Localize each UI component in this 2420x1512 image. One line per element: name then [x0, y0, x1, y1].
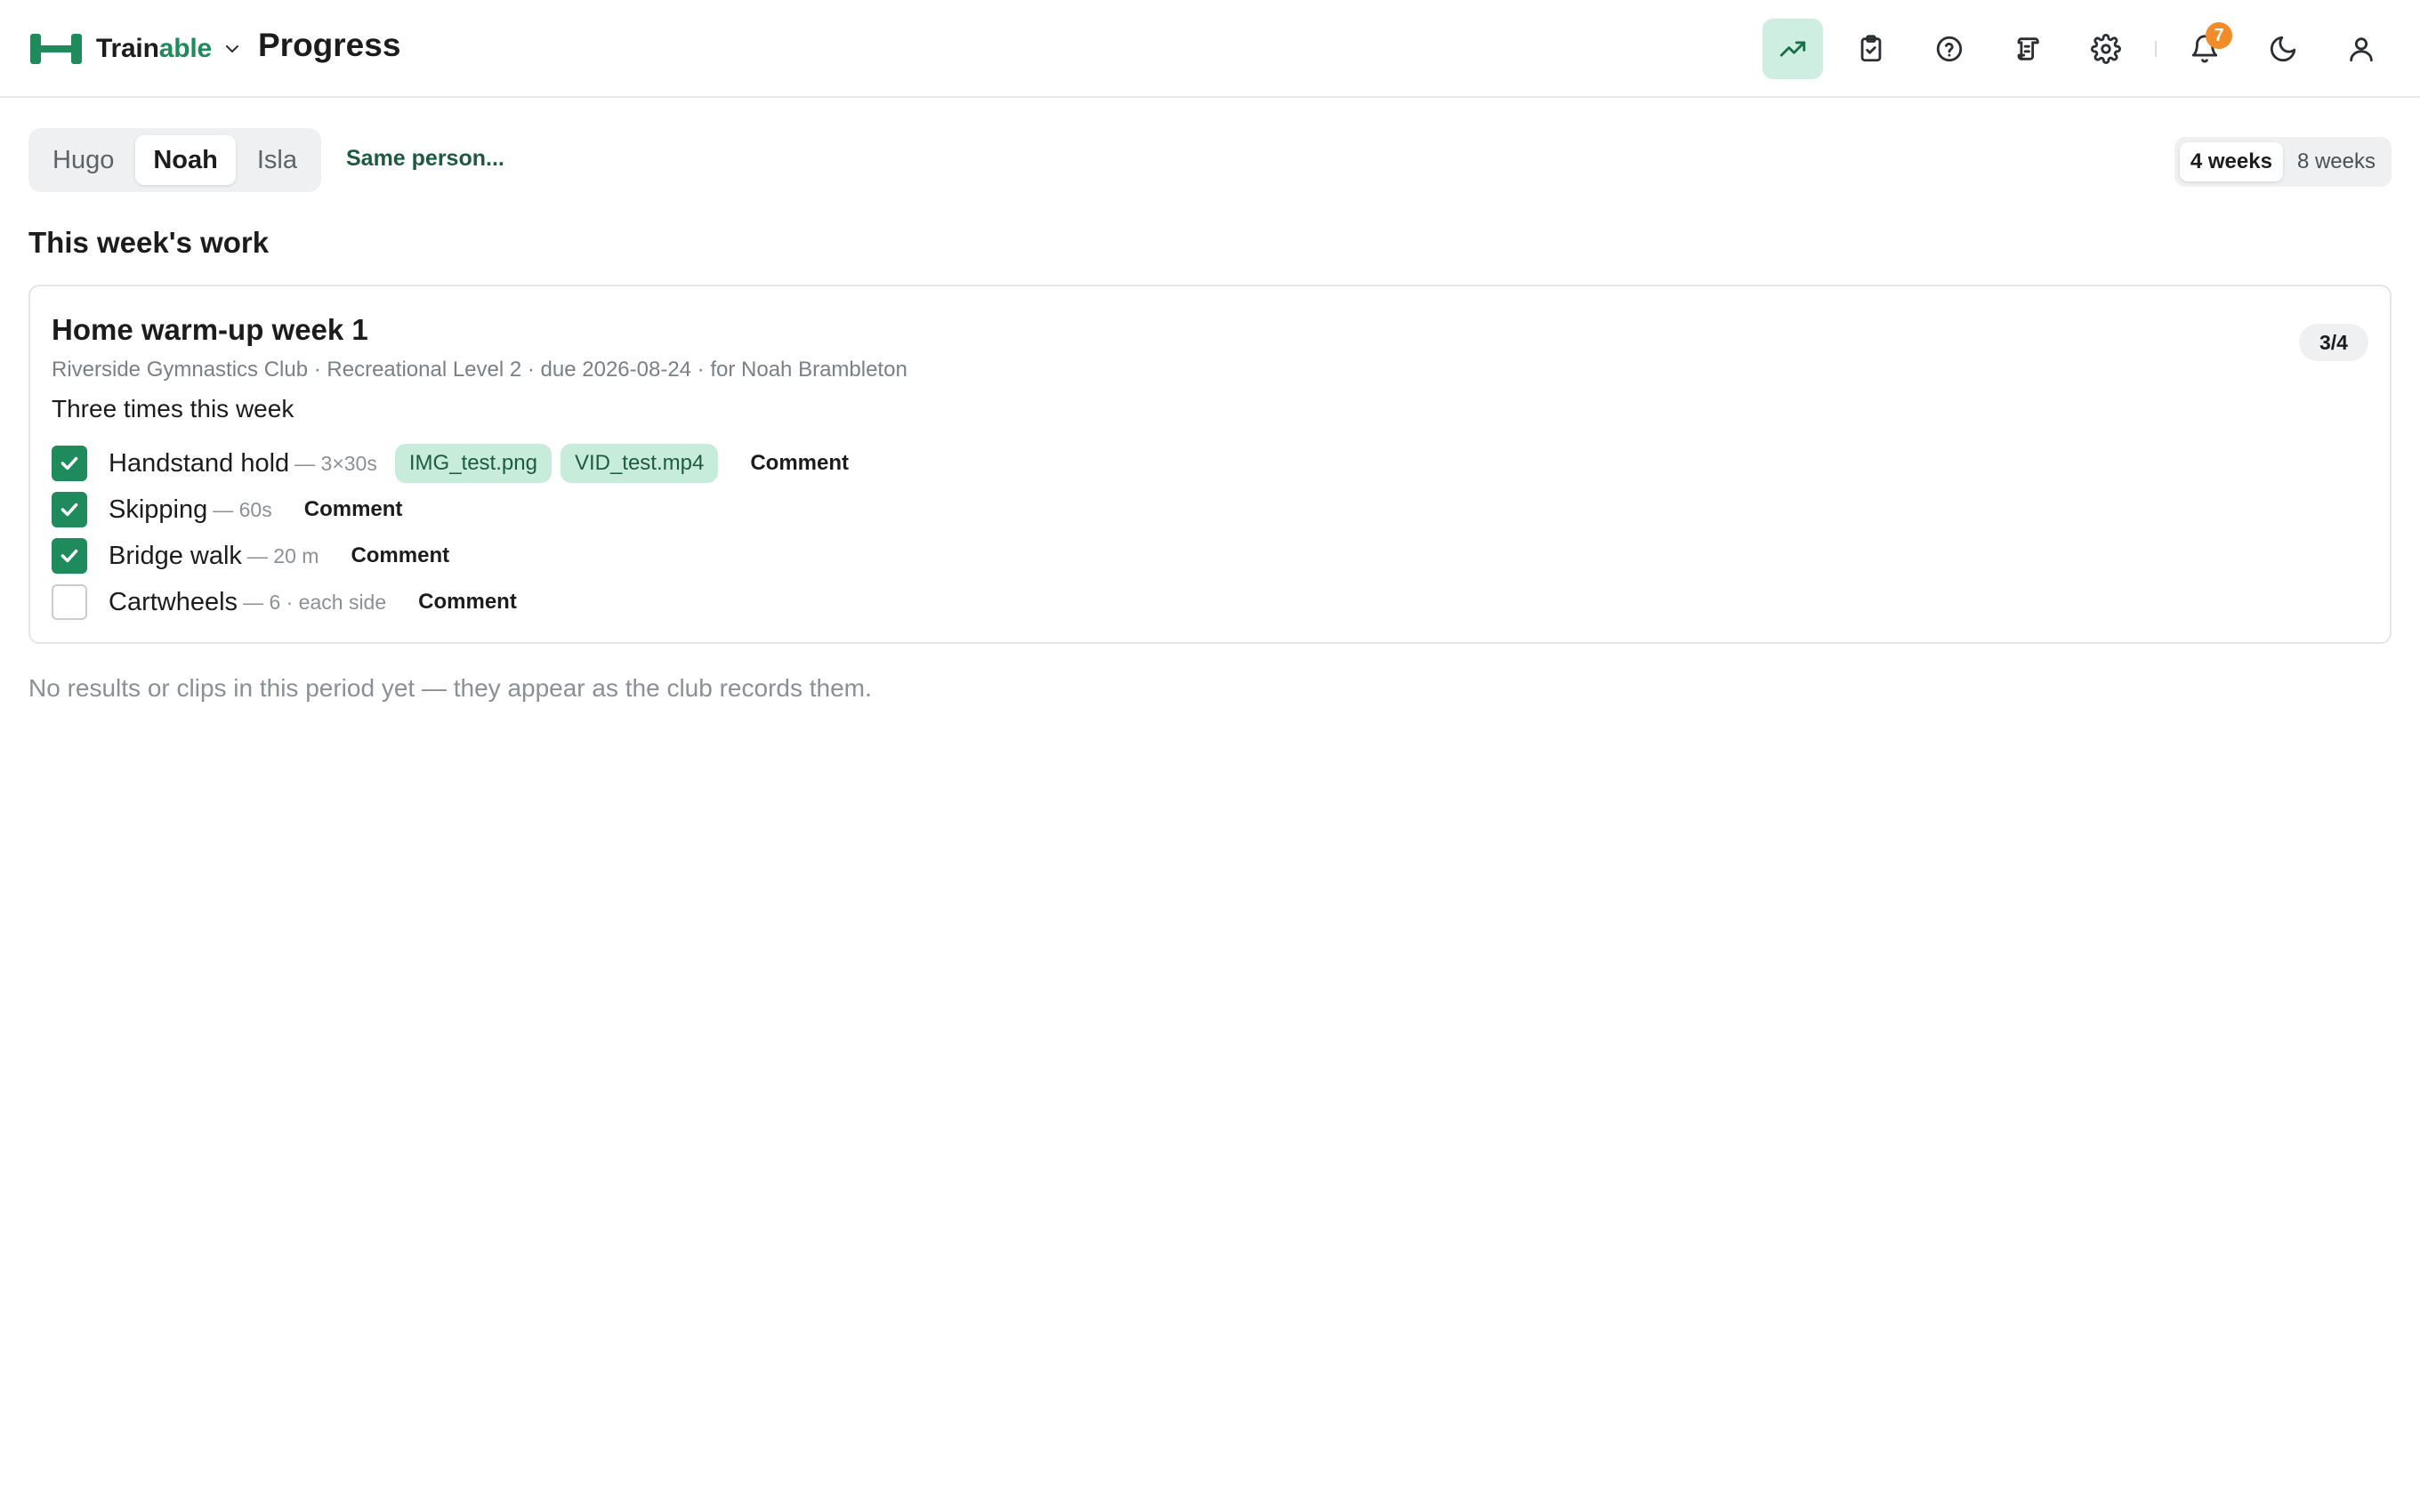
range-option-8-weeks[interactable]: 8 weeks	[2287, 142, 2386, 181]
comment-button[interactable]: Comment	[351, 543, 449, 568]
clipboard-check-icon	[1860, 35, 1882, 62]
account-button[interactable]	[2331, 19, 2392, 79]
person-tabs: Hugo Noah Isla	[28, 128, 321, 192]
user-icon	[2350, 37, 2373, 62]
comment-button[interactable]: Comment	[304, 497, 403, 522]
records-nav-button[interactable]	[1997, 19, 2058, 79]
task-checkbox[interactable]	[52, 584, 87, 620]
range-selector: 4 weeks 8 weeks	[2174, 137, 2392, 187]
task-detail: — 3×30s	[294, 451, 377, 475]
assignment-card: Home warm-up week 1 3/4 Riverside Gymnas…	[28, 285, 2392, 644]
brand-name-part2: able	[158, 34, 212, 63]
completion-count-badge: 3/4	[2299, 324, 2368, 361]
brand-name: Trainable	[96, 34, 212, 64]
attachment-chip[interactable]: VID_test.mp4	[560, 444, 719, 483]
chevron-down-icon	[222, 39, 242, 59]
section-title: This week's work	[28, 226, 270, 259]
page-title: Progress	[258, 27, 401, 63]
check-icon	[60, 549, 78, 563]
comment-button[interactable]: Comment	[750, 451, 849, 476]
scroll-icon	[2017, 37, 2039, 60]
moon-icon	[2270, 36, 2296, 62]
theme-toggle-button[interactable]	[2253, 19, 2313, 79]
settings-nav-button[interactable]	[2076, 19, 2136, 79]
assignment-description: Three times this week	[52, 395, 294, 422]
task-row: Handstand hold — 3×30s IMG_test.png VID_…	[52, 444, 849, 483]
progress-nav-button[interactable]	[1763, 19, 1823, 79]
check-icon	[60, 503, 78, 517]
task-checkbox[interactable]	[52, 446, 87, 481]
task-detail: — 20 m	[246, 543, 319, 567]
assignment-title: Home warm-up week 1	[52, 313, 368, 346]
help-circle-icon	[1936, 36, 1963, 62]
task-name: Skipping	[109, 495, 208, 524]
person-tab-isla[interactable]: Isla	[239, 135, 315, 185]
task-row: Cartwheels — 6 · each side Comment	[52, 583, 517, 621]
assignment-meta: Riverside Gymnastics Club · Recreational…	[52, 358, 908, 382]
header-divider	[2155, 41, 2157, 57]
notification-count-badge: 7	[2206, 22, 2232, 49]
check-icon	[60, 456, 78, 470]
brand-switcher[interactable]: Trainable	[30, 30, 242, 68]
task-name: Cartwheels	[109, 587, 238, 616]
task-checkbox[interactable]	[52, 492, 87, 527]
task-row: Skipping — 60s Comment	[52, 491, 402, 528]
same-person-link[interactable]: Same person...	[346, 146, 504, 172]
empty-state-note: No results or clips in this period yet —…	[28, 674, 872, 702]
comment-button[interactable]: Comment	[418, 590, 517, 615]
person-tab-hugo[interactable]: Hugo	[35, 135, 132, 185]
task-detail: — 60s	[213, 497, 272, 521]
range-option-4-weeks[interactable]: 4 weeks	[2179, 142, 2283, 181]
task-name: Handstand hold	[109, 448, 290, 478]
help-nav-button[interactable]	[1919, 19, 1980, 79]
trending-up-icon	[1779, 41, 1806, 57]
app-header: Trainable Progress 7	[0, 0, 2420, 98]
task-detail: — 6 · each side	[243, 590, 387, 614]
task-checkbox[interactable]	[52, 538, 87, 574]
person-tab-noah[interactable]: Noah	[135, 135, 236, 185]
brand-name-part1: Train	[96, 34, 159, 63]
task-row: Bridge walk — 20 m Comment	[52, 537, 449, 575]
gear-icon	[2091, 34, 2121, 64]
tasks-nav-button[interactable]	[1841, 19, 1901, 79]
task-name: Bridge walk	[109, 541, 242, 570]
attachment-chip[interactable]: IMG_test.png	[394, 444, 552, 483]
dumbbell-logo-icon	[30, 34, 82, 64]
